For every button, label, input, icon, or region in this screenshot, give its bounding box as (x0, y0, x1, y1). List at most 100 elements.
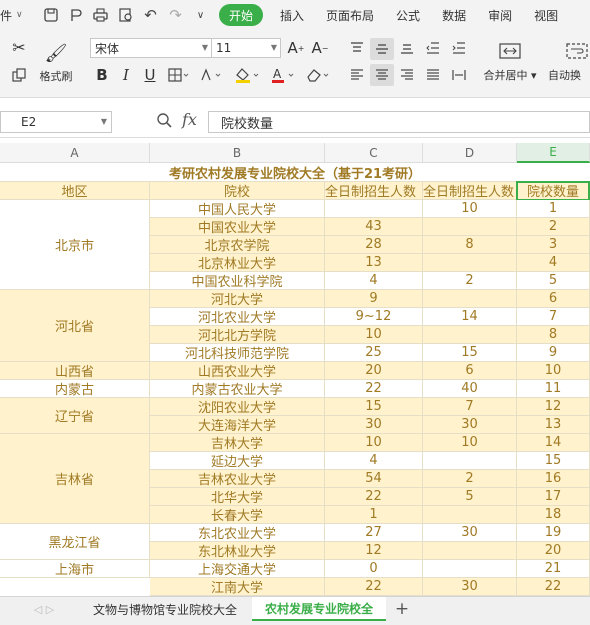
fulltime-c-cell[interactable]: 27 (325, 524, 423, 542)
fulltime-d-cell[interactable]: 14 (423, 308, 517, 326)
align-center-icon[interactable] (370, 64, 394, 86)
clear-format-icon[interactable] (302, 64, 332, 86)
column-header-d[interactable]: D (423, 143, 517, 163)
school-count-cell[interactable]: 21 (517, 560, 590, 578)
fulltime-d-cell[interactable]: 10 (423, 200, 517, 218)
school-cell[interactable]: 延边大学 (150, 452, 325, 470)
indent-decrease-icon[interactable] (422, 38, 444, 58)
school-cell[interactable]: 沈阳农业大学 (150, 398, 325, 416)
add-sheet-button[interactable]: + (390, 597, 414, 621)
fulltime-d-cell[interactable] (423, 506, 517, 524)
region-cell[interactable]: 黑龙江省 (0, 524, 150, 560)
tab-nav-icon[interactable]: ◁ ▷ (24, 600, 64, 618)
tab-data[interactable]: 数据 (431, 4, 477, 26)
tab-review[interactable]: 审阅 (477, 4, 523, 26)
school-count-cell[interactable]: 7 (517, 308, 590, 326)
underline-button[interactable]: U (140, 64, 160, 86)
header-region[interactable]: 地区 (0, 182, 150, 200)
fulltime-d-cell[interactable] (423, 254, 517, 272)
fulltime-c-cell[interactable]: 10 (325, 434, 423, 452)
fulltime-c-cell[interactable]: 28 (325, 236, 423, 254)
region-cell[interactable]: 内蒙古 (0, 380, 150, 398)
align-right-icon[interactable] (396, 64, 418, 86)
header-fulltime-d[interactable]: 全日制招生人数 (423, 182, 517, 200)
tab-view[interactable]: 视图 (523, 4, 569, 26)
font-size-select[interactable]: 11 ▼ (211, 38, 281, 58)
format-painter-button[interactable]: 🖌 格式刷 (36, 34, 76, 92)
school-count-cell[interactable]: 15 (517, 452, 590, 470)
school-count-cell[interactable]: 20 (517, 542, 590, 560)
fulltime-d-cell[interactable] (423, 452, 517, 470)
copy-icon[interactable] (8, 64, 30, 86)
fx-icon[interactable]: fx (182, 110, 197, 129)
school-cell[interactable]: 北京林业大学 (150, 254, 325, 272)
column-header-e[interactable]: E (517, 143, 590, 163)
region-cell[interactable]: 河北省 (0, 290, 150, 362)
fulltime-d-cell[interactable] (423, 560, 517, 578)
fulltime-c-cell[interactable]: 20 (325, 362, 423, 380)
fulltime-c-cell[interactable]: 9 (325, 290, 423, 308)
school-count-cell[interactable]: 14 (517, 434, 590, 452)
fulltime-c-cell[interactable]: 4 (325, 452, 423, 470)
increase-font-icon[interactable]: A + (286, 38, 306, 58)
fill-color-icon[interactable] (232, 64, 262, 86)
school-count-cell[interactable]: 4 (517, 254, 590, 272)
school-cell[interactable]: 长春大学 (150, 506, 325, 524)
region-cell[interactable]: 山西省 (0, 362, 150, 380)
school-count-cell[interactable]: 2 (517, 218, 590, 236)
fulltime-d-cell[interactable]: 10 (423, 434, 517, 452)
fulltime-c-cell[interactable]: 54 (325, 470, 423, 488)
fulltime-d-cell[interactable]: 7 (423, 398, 517, 416)
redo-icon[interactable]: ↷ (163, 3, 188, 27)
school-count-cell[interactable]: 10 (517, 362, 590, 380)
school-cell[interactable]: 河北大学 (150, 290, 325, 308)
school-cell[interactable]: 河北科技师范学院 (150, 344, 325, 362)
school-count-cell[interactable]: 6 (517, 290, 590, 308)
fulltime-c-cell[interactable]: 43 (325, 218, 423, 236)
formula-input[interactable]: 院校数量 (208, 111, 590, 133)
fulltime-c-cell[interactable]: 22 (325, 578, 423, 596)
school-cell[interactable]: 北京农学院 (150, 236, 325, 254)
fulltime-d-cell[interactable]: 15 (423, 344, 517, 362)
header-school-count[interactable]: 院校数量 (517, 182, 590, 200)
school-count-cell[interactable]: 11 (517, 380, 590, 398)
header-school[interactable]: 院校 (150, 182, 325, 200)
fulltime-c-cell[interactable]: 1 (325, 506, 423, 524)
print-icon[interactable] (88, 3, 113, 27)
region-cell[interactable]: 辽宁省 (0, 398, 150, 434)
fulltime-c-cell[interactable]: 12 (325, 542, 423, 560)
fulltime-d-cell[interactable]: 6 (423, 362, 517, 380)
merge-center-button[interactable]: 合并居中 ▾ (478, 36, 542, 90)
region-cell[interactable]: 上海市 (0, 560, 150, 578)
region-cell[interactable]: 吉林省 (0, 434, 150, 524)
fulltime-c-cell[interactable]: 4 (325, 272, 423, 290)
region-cell[interactable]: 北京市 (0, 200, 150, 290)
auto-wrap-button[interactable]: 自动换 (548, 36, 590, 90)
customize-dropdown-icon[interactable]: ∨ (188, 3, 213, 27)
align-top-icon[interactable] (346, 38, 368, 58)
align-middle-icon[interactable] (370, 38, 394, 60)
school-cell[interactable]: 中国农业科学院 (150, 272, 325, 290)
italic-button[interactable]: I (116, 64, 136, 86)
export-pdf-icon[interactable] (63, 3, 88, 27)
bold-button[interactable]: B (92, 64, 112, 86)
fulltime-d-cell[interactable] (423, 290, 517, 308)
fulltime-d-cell[interactable] (423, 542, 517, 560)
fulltime-c-cell[interactable]: 30 (325, 416, 423, 434)
font-name-select[interactable]: 宋体 ▼ (90, 38, 212, 58)
fulltime-d-cell[interactable]: 2 (423, 470, 517, 488)
border-icon[interactable] (166, 64, 192, 86)
fulltime-c-cell[interactable]: 10 (325, 326, 423, 344)
school-cell[interactable]: 山西农业大学 (150, 362, 325, 380)
school-cell[interactable]: 北华大学 (150, 488, 325, 506)
align-bottom-icon[interactable] (396, 38, 418, 58)
fulltime-d-cell[interactable]: 2 (423, 272, 517, 290)
fulltime-d-cell[interactable]: 40 (423, 380, 517, 398)
column-header-b[interactable]: B (150, 143, 325, 163)
school-count-cell[interactable]: 8 (517, 326, 590, 344)
save-icon[interactable] (38, 3, 63, 27)
print-preview-icon[interactable] (113, 3, 138, 27)
school-count-cell[interactable]: 16 (517, 470, 590, 488)
fulltime-d-cell[interactable] (423, 218, 517, 236)
fulltime-d-cell[interactable]: 30 (423, 416, 517, 434)
